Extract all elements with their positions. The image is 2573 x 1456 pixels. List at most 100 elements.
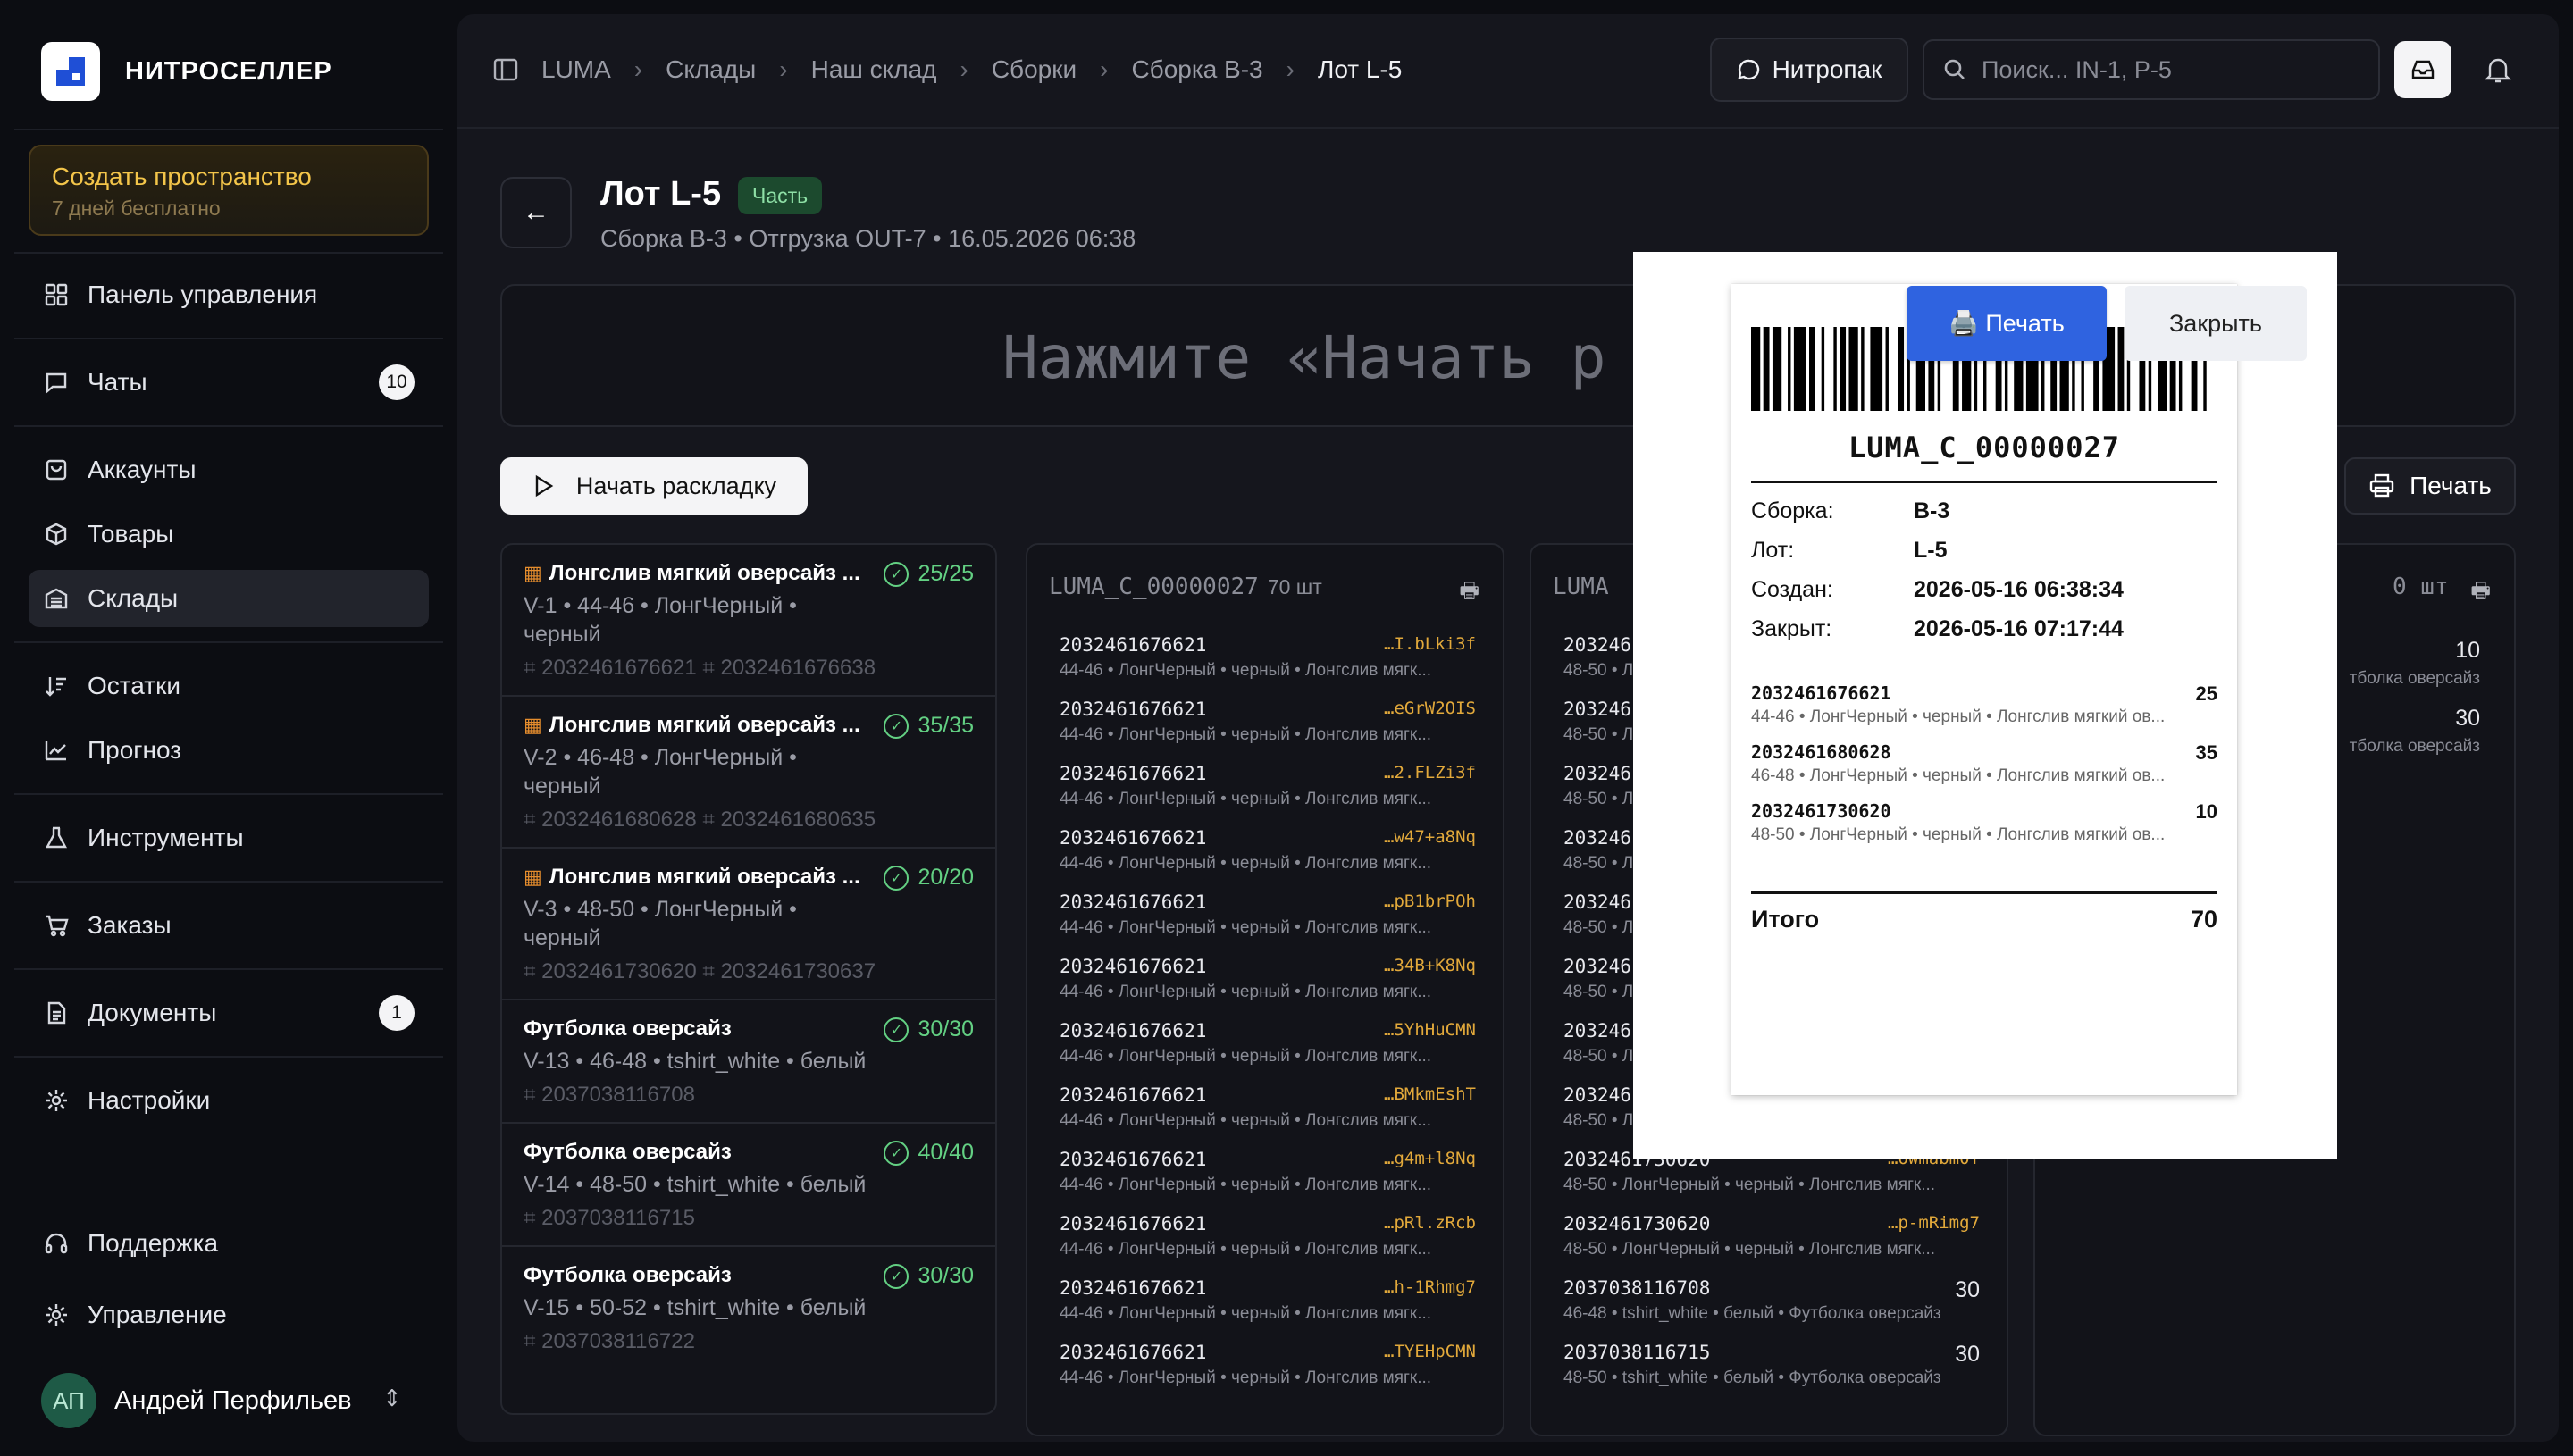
nav-documents[interactable]: Документы 1 <box>29 984 429 1042</box>
chevron-right-icon: › <box>1100 55 1109 83</box>
row-quantity: 30 <box>1955 1342 1980 1367</box>
product-count: ✓ 35/35 <box>884 713 974 739</box>
breadcrumb-our-warehouse[interactable]: Наш склад <box>811 55 937 84</box>
nav-support[interactable]: Поддержка <box>29 1215 429 1272</box>
nitropak-button[interactable]: Нитропак <box>1710 38 1908 102</box>
row-serial: …pRl.zRcb <box>1384 1213 1476 1233</box>
label-field: Сборка: B-3 <box>1751 498 1950 523</box>
back-button[interactable]: ← <box>500 177 572 248</box>
row-description: 44-46 • ЛонгЧерный • черный • Лонгслив м… <box>1060 1047 1432 1066</box>
divider <box>14 338 443 339</box>
print-button[interactable]: Печать <box>2344 457 2516 515</box>
brand[interactable]: НИТРОСЕЛЛЕР <box>41 42 332 101</box>
list-item[interactable]: Футболка оверсайз ✓ 30/30 V-15 • 50-52 • … <box>502 1247 995 1370</box>
search-input[interactable] <box>1982 55 2357 84</box>
list-item[interactable]: Футболка оверсайз ✓ 40/40 V-14 • 48-50 • … <box>502 1124 995 1247</box>
row-barcode: 2032461676621 <box>1060 956 1207 977</box>
row-description: 44-46 • ЛонгЧерный • черный • Лонгслив м… <box>1060 1368 1432 1387</box>
box-header: LUMA <box>1553 573 1609 600</box>
row-barcode: 203246 <box>1563 827 1631 849</box>
nav-tools[interactable]: Инструменты <box>29 809 429 866</box>
row-serial: …34B+K8Nq <box>1384 956 1476 975</box>
barcode-bar <box>1788 327 1791 411</box>
qr-icon: ▦ <box>524 562 542 584</box>
bell-icon[interactable] <box>2477 48 2519 91</box>
start-distribution-button[interactable]: Начать раскладку <box>500 457 808 515</box>
list-item[interactable]: Футболка оверсайз ✓ 30/30 V-13 • 46-48 • … <box>502 1000 995 1124</box>
nav-settings-label: Настройки <box>88 1086 211 1114</box>
search-box[interactable] <box>1923 39 2380 100</box>
row-barcode: 2032461676621 <box>1060 763 1207 784</box>
row-description: 44-46 • ЛонгЧерный • черный • Лонгслив м… <box>1060 661 1432 680</box>
label-field: Закрыт: 2026-05-16 07:17:44 <box>1751 616 2124 641</box>
row-barcode: 2032461676621 <box>1060 1277 1207 1299</box>
page-title: Лот L-5 <box>600 175 722 213</box>
row-serial: …TYEHpCMN <box>1384 1342 1476 1361</box>
arrow-left-icon: ← <box>523 197 549 227</box>
nav-warehouses[interactable]: Склады <box>29 570 429 627</box>
box-count: 0 шт <box>2393 573 2449 600</box>
nav-stock[interactable]: Остатки <box>29 657 429 715</box>
box-count: 70 шт <box>1267 575 1322 598</box>
check-circle-icon: ✓ <box>884 1140 909 1166</box>
chevron-right-icon: › <box>633 55 643 83</box>
box-row: 2032461676621 …TYEHpCMN 44-46 • ЛонгЧерный… <box>1060 1342 1476 1406</box>
printer-icon[interactable]: 🖶 <box>2470 575 2491 612</box>
box-row: 2032461676621 …BMkmEshT 44-46 • ЛонгЧерный… <box>1060 1084 1476 1149</box>
list-item[interactable]: ▦ Лонгслив мягкий оверсайз ... ✓ 35/35 V-2… <box>502 697 995 849</box>
breadcrumb-luma[interactable]: LUMA <box>541 55 611 84</box>
check-circle-icon: ✓ <box>884 713 909 739</box>
modal-print-button[interactable]: 🖨️ Печать <box>1907 286 2107 361</box>
user-menu[interactable]: АП Андрей Перфильев ⇕ <box>41 1372 416 1429</box>
printer-icon[interactable]: 🖶 <box>1459 575 1479 612</box>
list-item: 30 тболка оверсайз <box>2349 706 2480 756</box>
nav-forecast[interactable]: Прогноз <box>29 722 429 779</box>
chat-icon <box>41 367 71 397</box>
nav-orders[interactable]: Заказы <box>29 897 429 954</box>
row-barcode: 2037038116708 <box>1563 1277 1711 1299</box>
nav-orders-label: Заказы <box>88 911 172 939</box>
gear-icon <box>41 1085 71 1116</box>
inbox-button[interactable] <box>2394 41 2451 98</box>
list-item[interactable]: ▦ Лонгслив мягкий оверсайз ... ✓ 25/25 V-1… <box>502 545 995 697</box>
nav-accounts-label: Аккаунты <box>88 456 197 483</box>
row-barcode: 203246 <box>1563 956 1631 977</box>
label-field: Лот: L-5 <box>1751 538 1948 563</box>
play-icon <box>532 474 555 498</box>
row-serial: …w47+a8Nq <box>1384 827 1476 847</box>
breadcrumb-current: Лот L-5 <box>1317 55 1403 83</box>
chevron-right-icon: › <box>960 55 968 83</box>
row-description: 48-50 • ЛонгЧерный • черный • Лонгслив м… <box>1563 1240 1936 1259</box>
row-barcode: 2032461676621 <box>1060 1084 1207 1106</box>
row-serial: …BMkmEshT <box>1384 1084 1476 1104</box>
barcode-bar <box>1772 327 1782 411</box>
breadcrumb-warehouses[interactable]: Склады <box>666 55 756 84</box>
modal-close-button[interactable]: Закрыть <box>2125 286 2307 361</box>
product-count: ✓ 30/30 <box>884 1263 974 1289</box>
row-description: 44-46 • ЛонгЧерный • черный • Лонгслив м… <box>1060 854 1432 873</box>
nav-settings[interactable]: Настройки <box>29 1072 429 1129</box>
row-barcode: 2032461676621 <box>1060 699 1207 720</box>
box-label-receipt: LUMA_C_00000027 Сборка: B-3 Лот: L-5 Созда… <box>1731 284 2237 1095</box>
create-space-button[interactable]: Создать пространство 7 дней бесплатно <box>29 145 429 236</box>
row-description: 44-46 • ЛонгЧерный • черный • Лонгслив м… <box>1060 983 1432 1001</box>
list-item[interactable]: ▦ Лонгслив мягкий оверсайз ... ✓ 20/20 V-3… <box>502 849 995 1000</box>
print-preview-modal: LUMA_C_00000027 Сборка: B-3 Лот: L-5 Созда… <box>1633 252 2337 1159</box>
brand-logo-icon <box>41 42 100 101</box>
nav-accounts[interactable]: Аккаунты <box>29 441 429 498</box>
divider <box>14 793 443 795</box>
nav-chats[interactable]: Чаты 10 <box>29 354 429 411</box>
breadcrumb-assemblies[interactable]: Сборки <box>992 55 1077 84</box>
divider <box>1751 481 2217 483</box>
breadcrumb-assembly[interactable]: Сборка B-3 <box>1131 55 1262 84</box>
product-meta: V-3 • 48-50 • ЛонгЧерный • черный <box>524 897 797 950</box>
nav-dashboard[interactable]: Панель управления <box>29 266 429 323</box>
warehouse-icon <box>41 583 71 614</box>
sidebar-toggle-icon[interactable] <box>490 54 522 86</box>
nav-management[interactable]: Управление <box>29 1286 429 1343</box>
product-count: ✓ 40/40 <box>884 1140 974 1166</box>
nav-products[interactable]: Товары <box>29 506 429 563</box>
barcode-bar <box>1861 327 1865 411</box>
headset-icon <box>41 1228 71 1259</box>
label-field: Создан: 2026-05-16 06:38:34 <box>1751 577 2124 602</box>
